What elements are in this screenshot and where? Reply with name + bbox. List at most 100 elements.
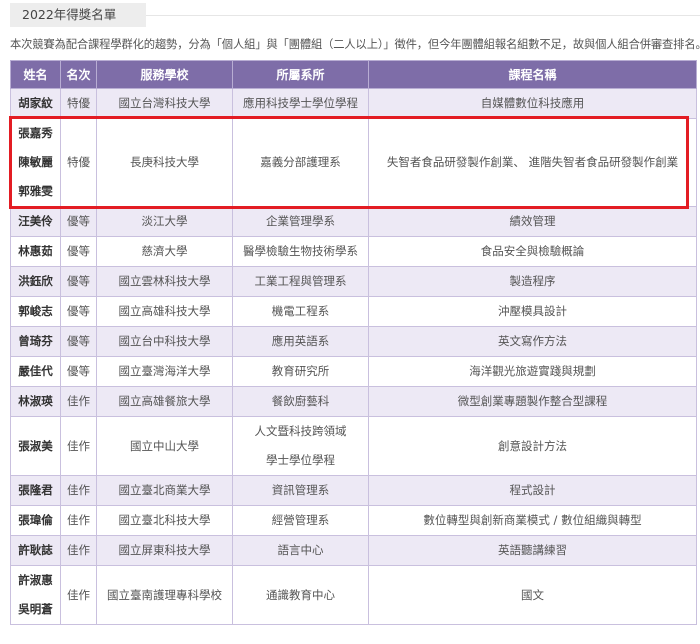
- cell-name: 張嘉秀 陳敏麗 郭雅雯: [10, 118, 61, 207]
- cell-course: 英語聽講練習: [368, 535, 697, 566]
- col-header-course: 課程名稱: [368, 60, 697, 89]
- person-name: 洪鈺欣: [18, 274, 53, 288]
- cell-rank: 佳作: [60, 565, 97, 625]
- person-name: 林淑瑛: [18, 394, 53, 408]
- dept-line: 教育研究所: [271, 364, 330, 378]
- cell-name: 洪鈺欣: [10, 266, 61, 297]
- cell-name: 郭峻志: [10, 296, 61, 327]
- cell-name: 汪美伶: [10, 206, 61, 237]
- cell-rank: 佳作: [60, 475, 97, 506]
- person-name: 郭峻志: [18, 304, 53, 318]
- table-row: 張隆君 佳作 國立臺北商業大學 資訊管理系 程式設計: [10, 475, 697, 506]
- table-body: 胡家紋 特優 國立台灣科技大學 應用科技學士學位學程 自媒體數位科技應用張嘉秀陳敏麗郭雅…: [10, 88, 697, 625]
- cell-name: 林惠茹: [10, 236, 61, 267]
- table-row: 林淑瑛 佳作 國立高雄餐旅大學 餐飲廚藝科 微型創業專題製作整合型課程: [10, 386, 697, 417]
- table-row: 胡家紋 特優 國立台灣科技大學 應用科技學士學位學程 自媒體數位科技應用: [10, 88, 697, 119]
- cell-course: 程式設計: [368, 475, 697, 506]
- dept-line: 企業管理學系: [266, 214, 335, 228]
- col-header-rank: 名次: [60, 60, 97, 89]
- cell-rank: 優等: [60, 326, 97, 357]
- person-name: 嚴佳代: [18, 364, 53, 378]
- person-name: 吳明蒼: [18, 602, 53, 616]
- table-row: 林惠茹 優等 慈濟大學 醫學檢驗生物技術學系 食品安全與檢驗概論: [10, 236, 697, 267]
- cell-course: 沖壓模具設計: [368, 296, 697, 327]
- cell-school: 淡江大學: [96, 206, 233, 237]
- cell-rank: 優等: [60, 206, 97, 237]
- cell-rank: 佳作: [60, 416, 97, 476]
- section-heading: 2022年得獎名單: [10, 3, 146, 27]
- cell-school: 國立臺南護理專科學校: [96, 565, 233, 625]
- cell-dept: 經營管理系: [232, 505, 369, 536]
- cell-dept: 企業管理學系: [232, 206, 369, 237]
- table-row: 汪美伶 優等 淡江大學 企業管理學系 績效管理: [10, 206, 697, 237]
- dept-line: 嘉義分部護理系: [260, 155, 341, 169]
- cell-dept: 工業工程與管理系: [232, 266, 369, 297]
- table-row: 洪鈺欣 優等 國立雲林科技大學 工業工程與管理系 製造程序: [10, 266, 697, 297]
- cell-course: 失智者食品研發製作創業、 進階失智者食品研發製作創業: [368, 118, 697, 207]
- dept-line: 應用英語系: [271, 334, 330, 348]
- cell-course: 績效管理: [368, 206, 697, 237]
- awards-table: 姓名 名次 服務學校 所屬系所 課程名稱 胡家紋 特優 國立台灣科技大學 應用科技學士…: [10, 60, 697, 625]
- table-row: 嚴佳代 優等 國立臺灣海洋大學 教育研究所 海洋觀光旅遊實踐與規劃: [10, 356, 697, 387]
- cell-dept: 教育研究所: [232, 356, 369, 387]
- cell-school: 國立臺北商業大學: [96, 475, 233, 506]
- person-name: 許耿誌: [18, 543, 53, 557]
- cell-rank: 優等: [60, 266, 97, 297]
- dept-line: 機電工程系: [271, 304, 330, 318]
- cell-school: 國立中山大學: [96, 416, 233, 476]
- dept-line: 醫學檢驗生物技術學系: [243, 244, 358, 258]
- cell-name: 胡家紋: [10, 88, 61, 119]
- cell-course: 微型創業專題製作整合型課程: [368, 386, 697, 417]
- person-name: 胡家紋: [18, 96, 53, 110]
- cell-name: 張隆君: [10, 475, 61, 506]
- cell-course: 國文: [368, 565, 697, 625]
- person-name: 郭雅雯: [18, 184, 53, 198]
- table-row: 張瑋倫 佳作 國立臺北科技大學 經營管理系 數位轉型與創新商業模式 / 數位組織與轉型: [10, 505, 697, 536]
- cell-rank: 特優: [60, 118, 97, 207]
- person-name: 汪美伶: [18, 214, 53, 228]
- person-name: 林惠茹: [18, 244, 53, 258]
- dept-line: 餐飲廚藝科: [271, 394, 330, 408]
- person-name: 許淑惠: [18, 573, 53, 587]
- dept-line: 語言中心: [277, 543, 324, 557]
- cell-course: 製造程序: [368, 266, 697, 297]
- cell-name: 張瑋倫: [10, 505, 61, 536]
- cell-school: 長庚科技大學: [96, 118, 233, 207]
- table-row: 郭峻志 優等 國立高雄科技大學 機電工程系 沖壓模具設計: [10, 296, 697, 327]
- cell-course: 自媒體數位科技應用: [368, 88, 697, 119]
- cell-school: 慈濟大學: [96, 236, 233, 267]
- person-name: 陳敏麗: [18, 155, 53, 169]
- cell-dept: 醫學檢驗生物技術學系: [232, 236, 369, 267]
- cell-school: 國立高雄餐旅大學: [96, 386, 233, 417]
- cell-rank: 特優: [60, 88, 97, 119]
- cell-course: 創意設計方法: [368, 416, 697, 476]
- dept-line: 通識教育中心: [266, 587, 335, 602]
- cell-rank: 優等: [60, 236, 97, 267]
- cell-school: 國立屏東科技大學: [96, 535, 233, 566]
- table-header-row: 姓名 名次 服務學校 所屬系所 課程名稱: [10, 60, 697, 89]
- cell-course: 英文寫作方法: [368, 326, 697, 357]
- cell-dept: 應用科技學士學位學程: [232, 88, 369, 119]
- table-row: 曾琦芬 優等 國立台中科技大學 應用英語系 英文寫作方法: [10, 326, 697, 357]
- cell-name: 許耿誌: [10, 535, 61, 566]
- cell-name: 曾琦芬: [10, 326, 61, 357]
- person-name: 張隆君: [18, 483, 53, 497]
- cell-dept: 人文暨科技跨領域 學士學位學程: [232, 416, 369, 476]
- cell-school: 國立高雄科技大學: [96, 296, 233, 327]
- cell-rank: 優等: [60, 356, 97, 387]
- dept-line: 學士學位學程: [266, 453, 335, 467]
- cell-name: 林淑瑛: [10, 386, 61, 417]
- cell-rank: 優等: [60, 296, 97, 327]
- person-name: 張嘉秀: [18, 126, 53, 140]
- dept-line: 資訊管理系: [271, 483, 330, 497]
- cell-course: 海洋觀光旅遊實踐與規劃: [368, 356, 697, 387]
- heading-divider: [146, 15, 700, 16]
- col-header-dept: 所屬系所: [232, 60, 369, 89]
- cell-school: 國立臺灣海洋大學: [96, 356, 233, 387]
- cell-rank: 佳作: [60, 386, 97, 417]
- cell-name: 許淑惠 吳明蒼: [10, 565, 61, 625]
- cell-dept: 嘉義分部護理系: [232, 118, 369, 207]
- col-header-name: 姓名: [10, 60, 61, 89]
- cell-dept: 機電工程系: [232, 296, 369, 327]
- cell-course: 數位轉型與創新商業模式 / 數位組織與轉型: [368, 505, 697, 536]
